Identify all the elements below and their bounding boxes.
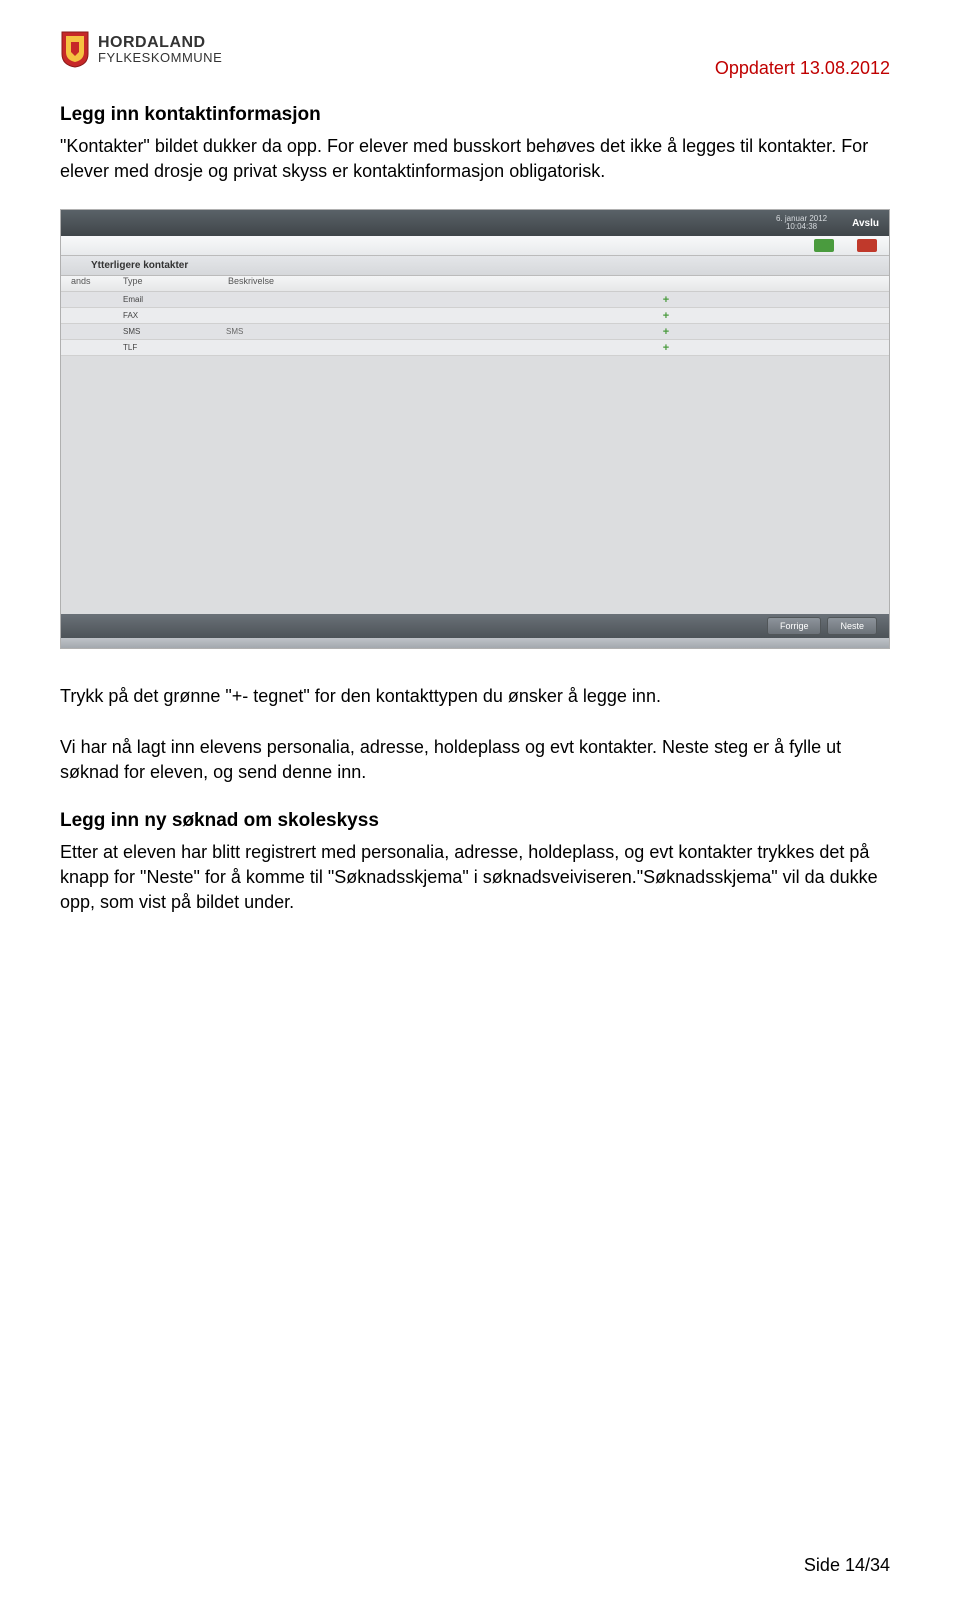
section-title-soknad: Legg inn ny søknad om skoleskyss — [60, 810, 890, 832]
ss-topbar: 6. januar 2012 10:04:38 Avslu — [61, 210, 889, 236]
section-para-contact: "Kontakter" bildet dukker da opp. For el… — [60, 134, 890, 184]
prev-button[interactable]: Forrige — [767, 617, 822, 635]
next-button[interactable]: Neste — [827, 617, 877, 635]
row-type: FAX — [123, 311, 213, 320]
logo-shield-icon — [60, 30, 90, 68]
ss-bottombar: Forrige Neste — [61, 614, 889, 638]
ss-col-beskrivelse: Beskrivelse — [228, 276, 388, 291]
ss-col-ands: ands — [71, 276, 123, 291]
section-para-soknad: Etter at eleven har blitt registrert med… — [60, 840, 890, 916]
page-number: Side 14/34 — [804, 1555, 890, 1576]
ss-datetime: 6. januar 2012 10:04:38 — [776, 215, 827, 233]
ss-avslutt-label[interactable]: Avslu — [852, 218, 879, 229]
para-green-plus: Trykk på det grønne "+- tegnet" for den … — [60, 684, 890, 709]
para-personalia: Vi har nå lagt inn elevens personalia, a… — [60, 735, 890, 785]
row-type: Email — [123, 295, 213, 304]
org-name-line2: FYLKESKOMMUNE — [98, 51, 222, 64]
plus-icon[interactable]: + — [661, 343, 671, 353]
table-row: SMS SMS + — [61, 324, 889, 340]
ss-date-line2: 10:04:38 — [776, 223, 827, 232]
ss-col-type: Type — [123, 276, 228, 291]
section-title-contact: Legg inn kontaktinformasjon — [60, 104, 890, 126]
table-row: FAX + — [61, 308, 889, 324]
plus-icon[interactable]: + — [661, 311, 671, 321]
ss-red-button[interactable] — [857, 239, 877, 252]
ss-subheader: Ytterligere kontakter — [61, 256, 889, 276]
ss-green-button[interactable] — [814, 239, 834, 252]
plus-icon[interactable]: + — [661, 327, 671, 337]
table-row: Email + — [61, 292, 889, 308]
plus-icon[interactable]: + — [661, 295, 671, 305]
ss-scalebar — [61, 638, 889, 648]
logo-text: HORDALAND FYLKESKOMMUNE — [98, 35, 222, 64]
table-row: TLF + — [61, 340, 889, 356]
ss-column-headers: ands Type Beskrivelse — [61, 276, 889, 292]
row-type: SMS — [123, 327, 213, 336]
row-sms: SMS — [226, 327, 243, 336]
ss-actionbar — [61, 236, 889, 256]
row-type: TLF — [123, 343, 213, 352]
org-name-line1: HORDALAND — [98, 35, 222, 51]
app-screenshot: 6. januar 2012 10:04:38 Avslu Ytterliger… — [60, 209, 890, 649]
